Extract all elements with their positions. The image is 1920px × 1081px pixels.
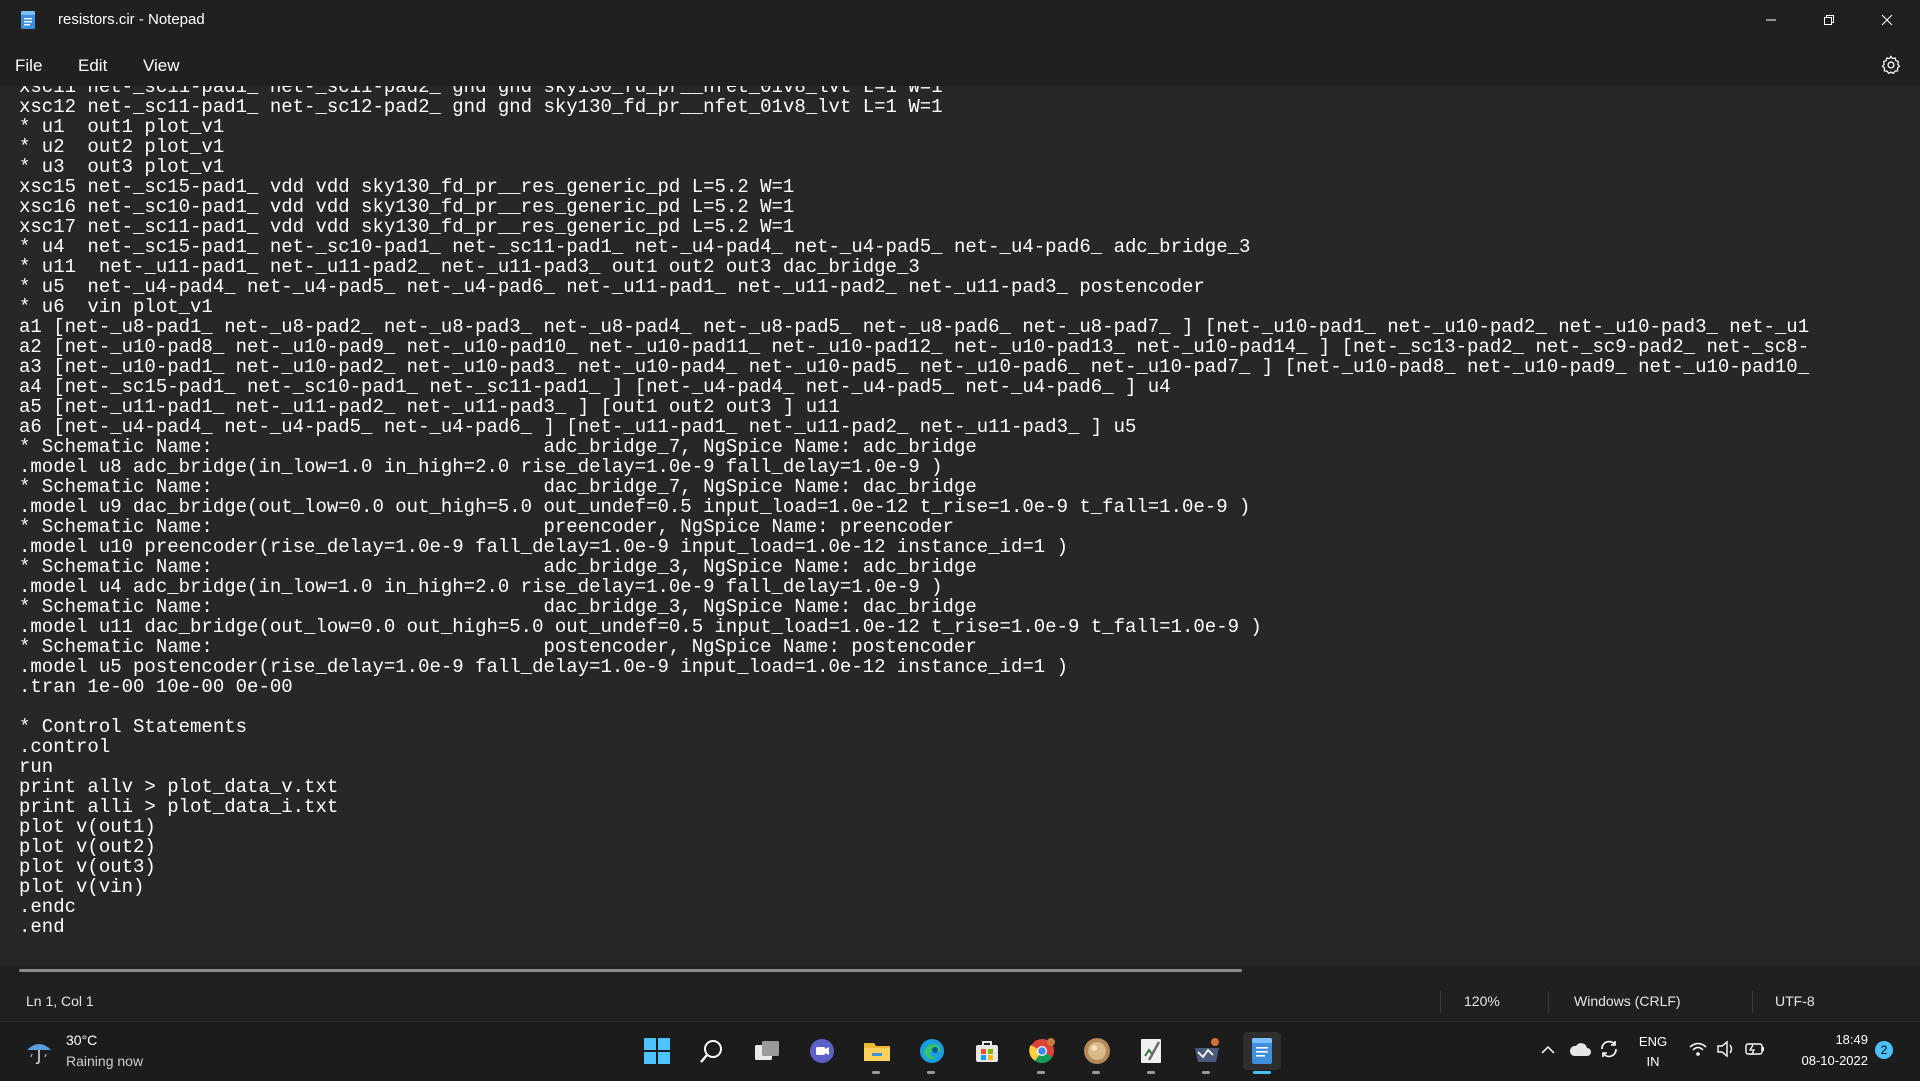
cursor-position: Ln 1, Col 1 [26,993,94,1009]
edge-browser-icon [920,1039,944,1063]
task-view-icon [755,1041,779,1060]
chat-icon [810,1039,834,1063]
pinned-app-button[interactable] [1078,1032,1116,1074]
horizontal-scrollbar[interactable] [19,969,1242,972]
chat-button[interactable] [803,1032,841,1070]
restore-button[interactable] [1801,0,1857,40]
sync-icon[interactable] [1598,1038,1620,1060]
running-indicator [872,1071,880,1074]
status-bar: Ln 1, Col 1 120% Windows (CRLF) UTF-8 [0,983,1920,1021]
file-explorer-button[interactable] [858,1032,896,1074]
clock-time[interactable]: 18:49 [1808,1032,1868,1047]
status-divider [1752,991,1753,1013]
text-editor[interactable]: xsc11 net-_sc11-pad1_ net-_sc11-pad2_ gn… [0,86,1920,966]
battery-icon[interactable] [1744,1040,1766,1058]
settings-gear-icon[interactable] [1880,54,1902,76]
notification-badge[interactable]: 2 [1875,1041,1893,1059]
encoding: UTF-8 [1775,993,1815,1009]
search-button[interactable] [693,1032,731,1070]
folder-icon [864,1043,890,1061]
app-avatar-icon [1084,1038,1110,1064]
windows-start-icon [644,1038,670,1064]
status-divider [1548,991,1549,1013]
running-indicator [927,1071,935,1074]
chrome-browser-icon [1029,1038,1055,1064]
weather-rain-icon[interactable] [24,1036,54,1066]
search-icon [700,1040,722,1063]
menu-file[interactable]: File [15,56,42,76]
clock-date[interactable]: 08-10-2022 [1783,1053,1869,1068]
notepad-icon [1252,1038,1272,1064]
task-view-button[interactable] [748,1032,786,1070]
chrome-button[interactable] [1023,1032,1061,1074]
edge-button[interactable] [913,1032,951,1074]
taskbar: 30°C Raining now ENG IN 18:49 08-10-2022 [0,1021,1920,1081]
menu-view[interactable]: View [143,56,180,76]
running-indicator [1092,1071,1100,1074]
line-ending: Windows (CRLF) [1574,993,1681,1009]
store-icon [976,1041,998,1062]
running-indicator [1202,1071,1210,1074]
menu-bar: File Edit View [0,46,1920,86]
input-region[interactable]: IN [1638,1054,1668,1069]
input-language[interactable]: ENG [1638,1034,1668,1049]
minimize-icon [1766,19,1776,21]
menu-edit[interactable]: Edit [78,56,107,76]
status-divider [1440,991,1441,1013]
schematic-app-button[interactable] [1133,1032,1171,1074]
active-indicator [1253,1071,1271,1074]
minimize-button[interactable] [1743,0,1799,40]
running-indicator [1147,1071,1155,1074]
editor-content[interactable]: xsc11 net-_sc11-pad1_ net-_sc11-pad2_ gn… [19,86,1809,937]
title-bar: resistors.cir - Notepad [0,0,1920,40]
restore-icon [1824,15,1834,25]
wifi-icon[interactable] [1688,1040,1708,1058]
running-indicator [1037,1071,1045,1074]
simulator-app-button[interactable] [1188,1032,1226,1074]
notepad-icon [21,11,35,29]
zoom-level: 120% [1464,993,1500,1009]
volume-icon[interactable] [1716,1040,1736,1058]
weather-temperature[interactable]: 30°C [66,1032,97,1048]
window-title: resistors.cir - Notepad [58,11,205,28]
chevron-up-icon[interactable] [1540,1044,1556,1056]
simulator-icon [1195,1038,1219,1062]
close-icon [1881,14,1893,26]
notepad-taskbar-button[interactable] [1243,1032,1281,1074]
close-button[interactable] [1859,0,1915,40]
start-button[interactable] [638,1032,676,1070]
store-button[interactable] [968,1032,1006,1070]
weather-description[interactable]: Raining now [66,1053,143,1069]
onedrive-cloud-icon[interactable] [1568,1040,1592,1058]
schematic-editor-icon [1141,1039,1161,1063]
